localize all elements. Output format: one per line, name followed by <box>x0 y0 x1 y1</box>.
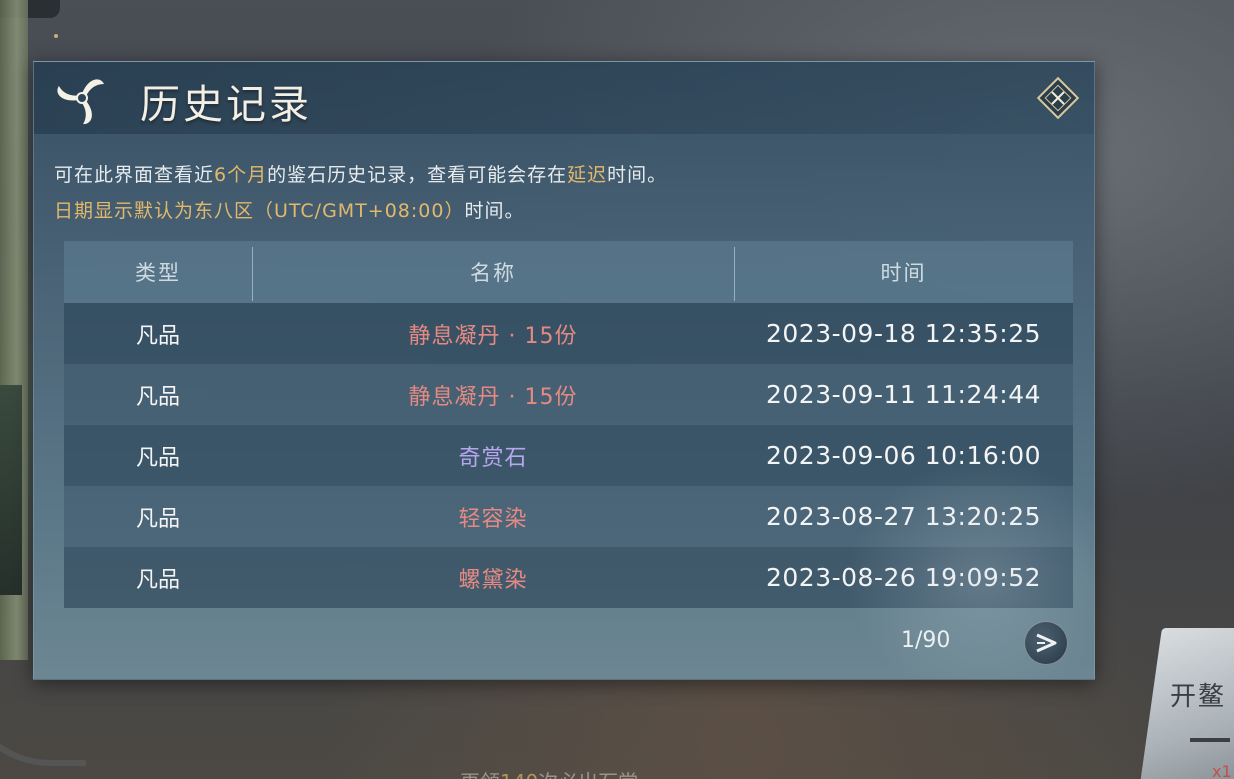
type-cell: 凡品 <box>135 567 180 593</box>
header-time: 时间 <box>880 261 927 285</box>
header-type: 类型 <box>135 261 181 285</box>
table-body: 凡品 静息凝丹 · 15份 2023-09-18 12:35:25 凡品 静息凝丹 · … <box>64 303 1073 608</box>
description-highlight: 6个月 <box>214 164 268 186</box>
history-table: 类型 名称 时间 凡品 静息凝丹 · 15份 2023-09-18 12:35:25… <box>64 241 1073 608</box>
table-row: 凡品 螺黛染 2023-08-26 19:09:52 <box>64 547 1073 608</box>
table-row: 凡品 奇赏石 2023-09-06 10:16:00 <box>64 425 1073 486</box>
time-cell: 2023-08-27 13:20:25 <box>765 502 1041 531</box>
table-row: 凡品 静息凝丹 · 15份 2023-09-18 12:35:25 <box>64 303 1073 364</box>
description-highlight: 日期显示默认为东八区（UTC/GMT+08:00） <box>54 200 465 222</box>
header-divider <box>734 247 735 301</box>
time-cell: 2023-08-26 19:09:52 <box>765 563 1041 592</box>
background-bottom-hint: 再领140次必出石堂 <box>460 766 638 779</box>
type-cell: 凡品 <box>135 445 180 471</box>
pinwheel-logo-icon <box>57 79 104 125</box>
time-cell: 2023-09-18 12:35:25 <box>765 319 1041 348</box>
time-cell: 2023-09-11 11:24:44 <box>765 380 1041 409</box>
page-indicator: 1/90 <box>901 628 951 653</box>
description-line-2: 日期显示默认为东八区（UTC/GMT+08:00）时间。 <box>54 196 524 223</box>
name-cell: 静息凝丹 · 15份 <box>408 384 578 410</box>
description-text: 时间。 <box>464 200 525 222</box>
description-highlight: 延迟 <box>567 164 608 186</box>
type-cell: 凡品 <box>135 323 180 349</box>
time-cell: 2023-09-06 10:16:00 <box>765 441 1041 470</box>
type-cell: 凡品 <box>135 384 180 410</box>
description-line-1: 可在此界面查看近6个月的鉴石历史记录，查看可能会存在延迟时间。 <box>54 160 667 187</box>
close-diamond-icon[interactable] <box>1034 74 1082 122</box>
page-title: 历史记录 <box>140 82 312 128</box>
side-card-dash <box>1190 738 1230 742</box>
type-cell: 凡品 <box>135 506 180 532</box>
side-card-label: 开鳌 <box>1170 682 1227 712</box>
table-row: 凡品 静息凝丹 · 15份 2023-09-11 11:24:44 <box>64 364 1073 425</box>
history-panel: 历史记录 可在此界面查看近6个月的鉴石历史记录，查看可能会存在延迟时间。 日期显… <box>33 61 1095 680</box>
name-cell: 奇赏石 <box>458 445 528 471</box>
header-divider <box>252 247 253 301</box>
description-text: 的鉴石历史记录，查看可能会存在 <box>267 164 568 186</box>
header-name: 名称 <box>470 261 516 285</box>
name-cell: 螺黛染 <box>458 567 528 593</box>
table-row: 凡品 轻容染 2023-08-27 13:20:25 <box>64 486 1073 547</box>
description-text: 时间。 <box>607 164 668 186</box>
next-page-button[interactable] <box>1024 621 1068 665</box>
next-arrow-icon <box>1036 633 1057 653</box>
background-dot <box>54 34 58 38</box>
table-header: 类型 名称 时间 <box>64 241 1073 303</box>
name-cell: 轻容染 <box>458 506 528 532</box>
name-cell: 静息凝丹 · 15份 <box>408 323 578 349</box>
description-text: 可在此界面查看近 <box>54 164 215 186</box>
side-card-count: x1 <box>1212 762 1232 779</box>
